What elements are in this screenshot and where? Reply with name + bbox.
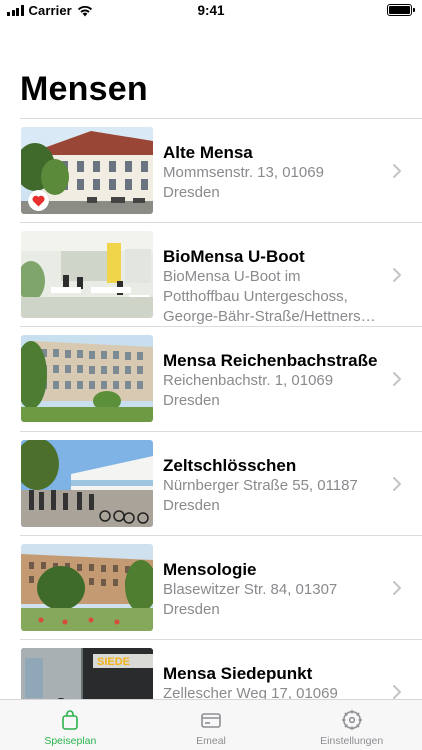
- chevron-right-icon: [393, 164, 401, 178]
- tab-bar: Speiseplan Emeal Einstellungen: [0, 699, 422, 750]
- tab-speiseplan[interactable]: Speiseplan: [0, 700, 141, 750]
- mensa-texts: Zeltschlösschen Nürnberger Straße 55, 01…: [163, 456, 388, 516]
- chevron-right-icon: [393, 476, 401, 491]
- status-bar: Carrier 9:41: [0, 0, 422, 22]
- tab-einstellungen[interactable]: Einstellungen: [281, 700, 422, 750]
- mensa-address-line2: Potthoffbau Untergeschoss,: [163, 288, 348, 306]
- battery-icon: [387, 4, 415, 16]
- mensa-name: Mensa Siedepunkt: [163, 663, 313, 683]
- mensa-address-line1: Mommsenstr. 13, 01069: [163, 164, 324, 181]
- mensa-name: Mensologie: [163, 559, 257, 579]
- favorite-badge[interactable]: [28, 190, 49, 211]
- mensa-address-line2: Dresden: [163, 600, 220, 618]
- mensa-address-line2: Dresden: [163, 392, 220, 410]
- mensa-name: Mensa Reichenbachstraße: [163, 351, 378, 371]
- mensa-name: BioMensa U-Boot: [163, 247, 305, 267]
- chevron-right-icon: [393, 372, 401, 387]
- mensa-texts: Mensa Siedepunkt Zellescher Weg 17, 0106…: [163, 664, 388, 704]
- chevron-right-icon: [393, 580, 401, 595]
- mensa-row-biomensa[interactable]: BioMensa U-Boot BioMensa U-Boot im Potth…: [0, 223, 422, 328]
- mensa-address-line1: Reichenbachstr. 1, 01069: [163, 372, 334, 390]
- mensa-row-alte-mensa[interactable]: Alte Mensa Mommsenstr. 13, 01069 Dresden: [0, 119, 422, 224]
- mensa-texts: BioMensa U-Boot BioMensa U-Boot im Potth…: [163, 247, 388, 327]
- card-icon: [201, 713, 221, 728]
- mensa-row-zeltschloesschen[interactable]: Zeltschlösschen Nürnberger Straße 55, 01…: [0, 432, 422, 536]
- tab-emeal[interactable]: Emeal: [141, 700, 282, 750]
- zeltschloesschen-photo: [21, 439, 153, 527]
- chevron-right-icon: [393, 684, 401, 699]
- biomensa-photo: [21, 231, 153, 319]
- status-time: 9:41: [197, 3, 225, 18]
- mensologie-photo: [21, 543, 153, 631]
- mensa-address-line2: Dresden: [163, 496, 220, 514]
- mensa-row-mensologie[interactable]: Mensologie Blasewitzer Str. 84, 01307 Dr…: [0, 536, 422, 640]
- gear-icon: [341, 709, 362, 731]
- reichenbach-photo: [21, 335, 153, 423]
- mensa-name: Alte Mensa: [163, 143, 253, 162]
- mensa-texts: Alte Mensa Mommsenstr. 13, 01069 Dresden: [163, 143, 388, 203]
- bag-icon: [62, 710, 79, 730]
- mensa-row-reichenbachstrasse[interactable]: Mensa Reichenbachstraße Reichenbachstr. …: [0, 327, 422, 432]
- mensa-address-line3: George-Bähr-Straße/Hettners…: [163, 308, 376, 326]
- page-title: Mensen: [20, 70, 148, 108]
- mensa-address-line1: Blasewitzer Str. 84, 01307: [163, 580, 338, 598]
- heart-icon: [32, 195, 45, 206]
- mensa-texts: Mensa Reichenbachstraße Reichenbachstr. …: [163, 351, 388, 411]
- mensa-address-line1: BioMensa U-Boot im: [163, 268, 301, 286]
- chevron-right-icon: [393, 268, 401, 283]
- siedepunkt-sign: SIEDE: [97, 656, 130, 668]
- mensa-list: Alte Mensa Mommsenstr. 13, 01069 Dresden…: [0, 119, 422, 744]
- mensa-address-line2: Dresden: [163, 184, 220, 201]
- tab-label: Emeal: [196, 735, 226, 747]
- tab-label: Einstellungen: [320, 735, 384, 747]
- mensa-address-line1: Nürnberger Straße 55, 01187: [163, 476, 358, 494]
- mensa-texts: Mensologie Blasewitzer Str. 84, 01307 Dr…: [163, 560, 388, 620]
- mensa-name: Zeltschlösschen: [163, 455, 297, 475]
- tab-label: Speiseplan: [44, 735, 97, 747]
